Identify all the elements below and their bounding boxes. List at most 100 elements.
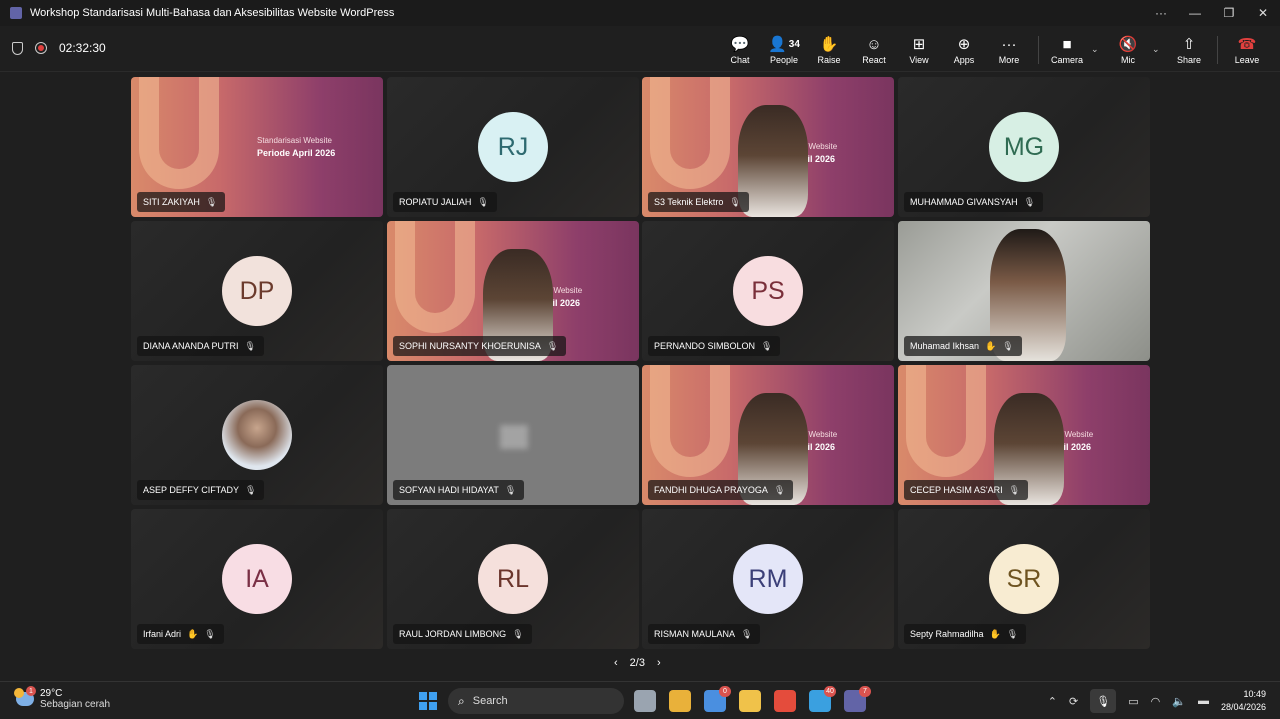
hand-raised-icon: ✋ <box>187 628 199 639</box>
participant-name: MUHAMMAD GIVANSYAH <box>910 197 1018 207</box>
recording-icon <box>35 42 47 54</box>
mic-button[interactable]: 🔇 Mic <box>1105 35 1151 65</box>
participant-tile[interactable]: Muhamad Ikhsan ✋ 🎙 <box>898 221 1150 361</box>
participant-tile[interactable]: PS PERNANDO SIMBOLON 🎙 <box>642 221 894 361</box>
search-label: Search <box>472 695 508 707</box>
participant-name-tag: FANDHI DHUGA PRAYOGA 🎙 <box>648 480 794 500</box>
camera-options-chevron-icon[interactable]: ⌄ <box>1091 44 1099 55</box>
slide-logo-shape <box>906 365 986 477</box>
participant-tile[interactable]: RL RAUL JORDAN LIMBONG 🎙 <box>387 509 639 649</box>
mic-muted-icon: 🎙 <box>1023 196 1036 207</box>
phone-hangup-icon: ☎ <box>1237 36 1257 53</box>
search-icon: ⌕ <box>458 693 465 708</box>
participant-name-tag: Muhamad Ikhsan ✋ 🎙 <box>904 336 1022 356</box>
participant-tile[interactable]: sasi Website April 2026 SOPHI NURSANTY KHO… <box>387 221 639 361</box>
telegram-icon[interactable]: 40 <box>809 686 836 712</box>
weather-widget[interactable]: 1 29°C Sebagian cerah <box>14 686 110 710</box>
chrome-icon[interactable] <box>669 690 691 712</box>
more-options-button[interactable]: ··· <box>1144 0 1178 26</box>
participant-tile[interactable]: SOFYAN HADI HIDAYAT 🎙 <box>387 365 639 505</box>
apps-button[interactable]: ⊕ Apps <box>941 35 987 65</box>
wifi-icon[interactable]: ◠ <box>1151 695 1161 708</box>
system-tray: ⌃ ⟳ 🎙 ▭ ◠ 🔈 ▬ 10:49 28/04/2026 <box>1048 688 1266 714</box>
grid-icon: ⊞ <box>912 36 926 53</box>
participant-tile[interactable]: sasi Website April 2026 S3 Teknik Elektro 🎙 <box>642 77 894 217</box>
people-button[interactable]: 👤 34 People <box>761 35 807 65</box>
share-button[interactable]: ⇧ Share <box>1166 35 1212 65</box>
hand-raised-icon: ✋ <box>989 628 1001 639</box>
chat-button[interactable]: 💬 Chat <box>717 35 763 65</box>
participant-name-tag: SOPHI NURSANTY KHOERUNISA 🎙 <box>393 336 567 356</box>
camera-button[interactable]: ■ Camera <box>1044 35 1090 66</box>
blurred-video <box>500 425 528 449</box>
file-manager-icon[interactable] <box>634 690 656 712</box>
participant-avatar: IA <box>222 544 292 614</box>
mic-muted-icon: 🎙 <box>741 628 753 639</box>
participant-avatar: MG <box>989 112 1059 182</box>
display-icon[interactable]: ▭ <box>1128 695 1138 708</box>
title-bar: Workshop Standarisasi Multi-Bahasa dan A… <box>0 0 1280 26</box>
maximize-button[interactable]: ❐ <box>1212 0 1246 26</box>
participant-name-tag: SOFYAN HADI HIDAYAT 🎙 <box>393 480 525 500</box>
slide-line-2: Periode April 2026 <box>257 148 336 158</box>
participant-name: SOFYAN HADI HIDAYAT <box>399 485 499 495</box>
raise-hand-button[interactable]: ✋ Raise <box>806 35 852 65</box>
system-clock[interactable]: 10:49 28/04/2026 <box>1221 688 1266 714</box>
toolbar-divider <box>1217 36 1218 64</box>
participant-photo <box>222 400 292 470</box>
speaker-muted-icon[interactable]: 🔈 <box>1172 695 1186 708</box>
mic-muted-icon: 🎙 <box>1006 628 1019 639</box>
participant-tile[interactable]: sasi Website April 2026 CECEP HASIM AS'ARI… <box>898 365 1150 505</box>
chat-icon: 💬 <box>730 36 750 53</box>
plus-square-icon: ⊕ <box>957 36 971 53</box>
participant-tile[interactable]: RM RISMAN MAULANA 🎙 <box>642 509 894 649</box>
windows-start-button[interactable] <box>419 692 437 710</box>
mic-muted-tray-icon[interactable]: 🎙 <box>1090 689 1117 713</box>
slide-logo-shape <box>650 365 730 477</box>
teams-icon[interactable]: 7 <box>844 686 871 712</box>
chrome-icon-2[interactable] <box>774 690 796 712</box>
leave-button[interactable]: ☎ Leave <box>1224 35 1270 65</box>
participant-tile[interactable]: SR Septy Rahmadilha ✋ 🎙 <box>898 509 1150 649</box>
weather-badge: 1 <box>26 686 36 696</box>
participant-tile[interactable]: Standarisasi Website Periode April 2026 SI… <box>131 77 383 217</box>
chrome-profile-icon[interactable]: 0 <box>704 686 731 712</box>
shield-icon[interactable] <box>12 41 23 55</box>
close-button[interactable]: ✕ <box>1246 0 1280 26</box>
window-title: Workshop Standarisasi Multi-Bahasa dan A… <box>30 7 395 19</box>
sync-icon[interactable]: ⟳ <box>1069 695 1078 708</box>
page-indicator: 2/3 <box>629 657 645 669</box>
participant-tile[interactable]: MG MUHAMMAD GIVANSYAH 🎙 <box>898 77 1150 217</box>
mic-options-chevron-icon[interactable]: ⌄ <box>1152 44 1160 55</box>
slide-logo-shape <box>139 77 219 189</box>
participant-tile[interactable]: RJ ROPIATU JALIAH 🎙 <box>387 77 639 217</box>
participant-name-tag: ASEP DEFFY CIFTADY 🎙 <box>137 480 265 500</box>
mic-muted-icon: 🔇 <box>1118 36 1138 53</box>
grid-pager: ‹ 2/3 › <box>614 657 661 669</box>
battery-icon[interactable]: ▬ <box>1198 695 1209 707</box>
chevron-up-icon[interactable]: ⌃ <box>1048 695 1057 708</box>
participant-name: Septy Rahmadilha <box>910 629 984 639</box>
more-button[interactable]: ··· More <box>986 35 1032 66</box>
teams-app-icon <box>10 7 22 19</box>
react-button[interactable]: ☺ React <box>851 35 897 66</box>
participant-tile[interactable]: DP DIANA ANANDA PUTRI 🎙 <box>131 221 383 361</box>
meeting-status: 02:32:30 <box>12 41 106 55</box>
next-page-button[interactable]: › <box>657 657 661 669</box>
view-button[interactable]: ⊞ View <box>896 35 942 65</box>
mic-muted-icon: 🎙 <box>245 484 257 495</box>
folder-icon[interactable] <box>739 690 761 712</box>
participant-name-tag: RAUL JORDAN LIMBONG 🎙 <box>393 624 532 644</box>
notification-count: 40 <box>824 686 836 697</box>
participant-avatar: DP <box>222 256 292 326</box>
participant-tile[interactable]: ASEP DEFFY CIFTADY 🎙 <box>131 365 383 505</box>
participant-tile[interactable]: IA Irfani Adri ✋ 🎙 <box>131 509 383 649</box>
taskbar-search[interactable]: ⌕ Search <box>448 688 624 714</box>
participant-tile[interactable]: sasi Website April 2026 FANDHI DHUGA PRAYO… <box>642 365 894 505</box>
mic-muted-icon: 🎙 <box>1002 340 1014 351</box>
share-icon: ⇧ <box>1182 36 1196 53</box>
camera-icon: ■ <box>1062 35 1072 53</box>
notification-count: 7 <box>859 686 871 697</box>
minimize-button[interactable]: — <box>1178 0 1212 26</box>
previous-page-button[interactable]: ‹ <box>614 657 618 669</box>
